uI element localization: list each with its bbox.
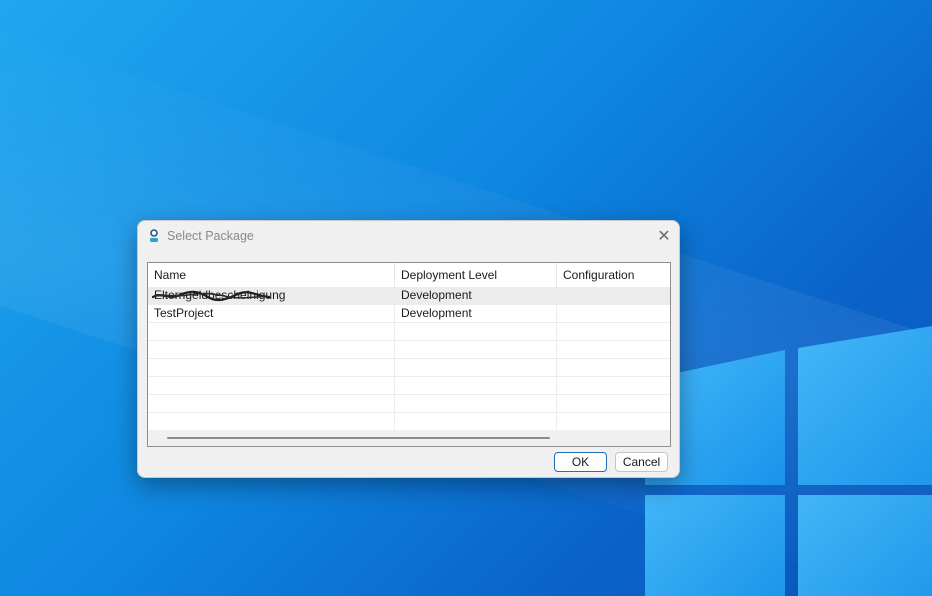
cell <box>148 377 395 394</box>
cell <box>557 341 670 358</box>
horizontal-scrollbar[interactable] <box>148 430 670 446</box>
cell <box>557 377 670 394</box>
row-configuration <box>557 287 670 304</box>
row-name-cell: Elterngeldbescheinigung <box>148 287 395 304</box>
dialog-title: Select Package <box>167 229 254 243</box>
package-list[interactable]: Name Deployment Level Configuration Elte… <box>147 262 671 447</box>
close-icon: ✕ <box>657 228 671 245</box>
column-header-configuration[interactable]: Configuration <box>557 263 670 287</box>
cancel-button[interactable]: Cancel <box>615 452 668 472</box>
cell <box>557 359 670 376</box>
cell <box>148 395 395 412</box>
close-button[interactable]: ✕ <box>650 226 678 246</box>
ok-button[interactable]: OK <box>554 452 607 472</box>
row-name: Elterngeldbescheinigung <box>154 288 286 302</box>
cell <box>148 323 395 340</box>
cell <box>148 341 395 358</box>
row-deployment-level: Development <box>395 287 557 304</box>
scrollbar-thumb[interactable] <box>167 437 550 439</box>
cell <box>148 359 395 376</box>
column-header-name[interactable]: Name <box>148 263 395 287</box>
cell <box>395 323 557 340</box>
cell <box>395 377 557 394</box>
row-name: TestProject <box>148 305 395 322</box>
redacted-name: Elterngeldbescheinigung <box>152 287 286 304</box>
cell <box>395 395 557 412</box>
desktop-background: Select Package ✕ Name Deployment Level C… <box>0 0 932 596</box>
list-header: Name Deployment Level Configuration <box>148 263 670 288</box>
app-icon <box>150 229 158 242</box>
logo-pane <box>645 495 785 596</box>
dialog-titlebar[interactable]: Select Package ✕ <box>138 221 679 251</box>
empty-row <box>148 359 670 377</box>
row-configuration <box>557 305 670 322</box>
cell <box>557 323 670 340</box>
row-deployment-level: Development <box>395 305 557 322</box>
select-package-dialog: Select Package ✕ Name Deployment Level C… <box>137 220 680 478</box>
column-header-deployment-level[interactable]: Deployment Level <box>395 263 557 287</box>
cell <box>395 341 557 358</box>
empty-row <box>148 341 670 359</box>
list-rows: Elterngeldbescheinigung Development Test… <box>148 287 670 431</box>
empty-row <box>148 377 670 395</box>
cell <box>395 413 557 430</box>
cell <box>557 395 670 412</box>
cell <box>148 413 395 430</box>
empty-row <box>148 413 670 431</box>
cell <box>395 359 557 376</box>
windows-logo-wallpaper <box>640 320 932 596</box>
list-row[interactable]: Elterngeldbescheinigung Development <box>148 287 670 305</box>
cell <box>557 413 670 430</box>
empty-row <box>148 395 670 413</box>
list-row[interactable]: TestProject Development <box>148 305 670 323</box>
empty-row <box>148 323 670 341</box>
logo-pane <box>798 495 932 596</box>
logo-pane <box>798 320 932 485</box>
